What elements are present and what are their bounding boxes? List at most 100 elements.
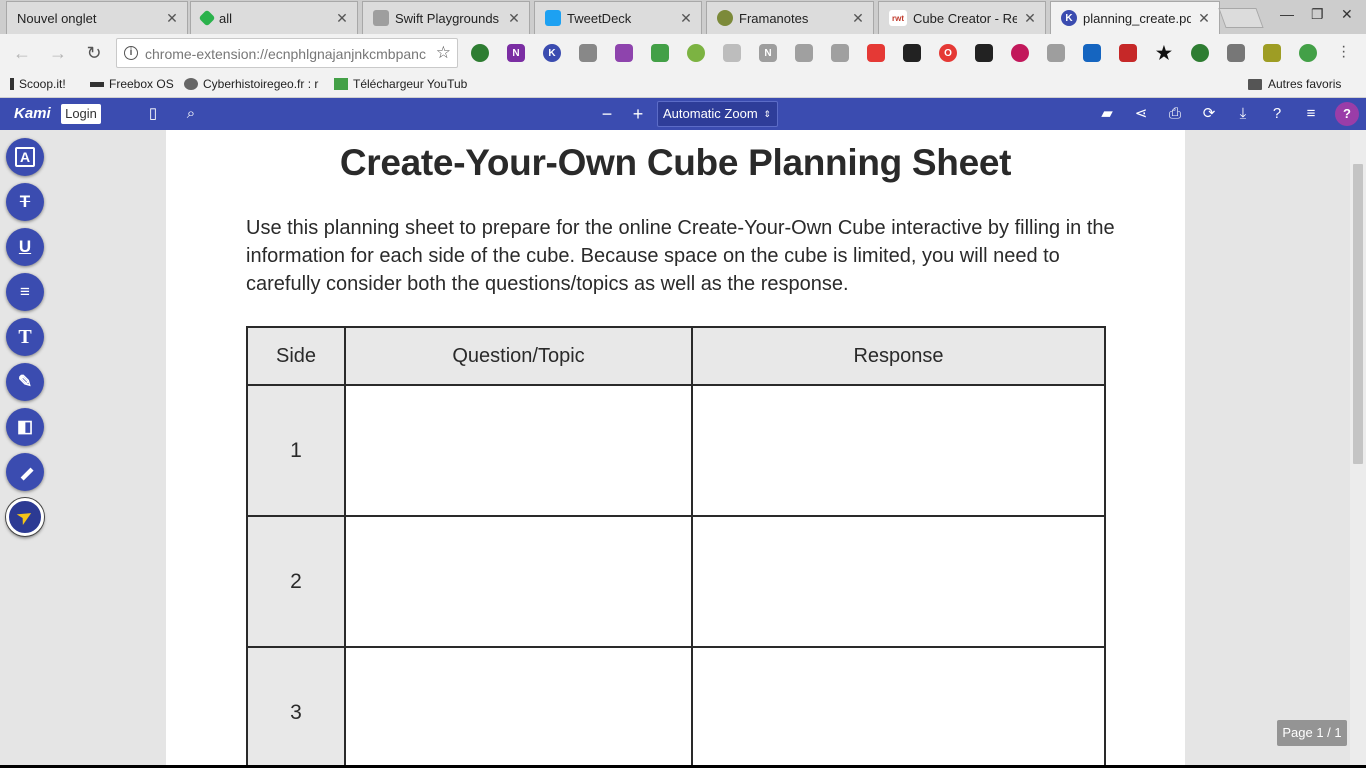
close-icon[interactable]: ✕	[851, 10, 865, 27]
window-close-icon[interactable]: ✕	[1341, 6, 1353, 23]
tab-cube-creator[interactable]: rwt Cube Creator - Read ✕	[878, 1, 1046, 34]
planning-table: Side Question/Topic Response 1 2 3	[246, 326, 1106, 765]
print-friendly-icon[interactable]	[651, 44, 669, 62]
camera-icon[interactable]	[579, 44, 597, 62]
green-dot-icon[interactable]	[687, 44, 705, 62]
zoom-out-button[interactable]: −	[597, 104, 617, 124]
hamburger-menu-icon[interactable]: ≡	[1301, 104, 1321, 124]
face-icon[interactable]	[1299, 44, 1317, 62]
bookmark-star-icon[interactable]: ☆	[436, 43, 451, 63]
ankh-icon[interactable]	[1047, 44, 1065, 62]
feather-icon[interactable]	[615, 44, 633, 62]
pdf-page: Create-Your-Own Cube Planning Sheet Use …	[166, 130, 1185, 765]
tab-title: planning_create.pdf	[1083, 10, 1191, 26]
select-tool[interactable]: ➤	[6, 498, 44, 536]
login-button[interactable]: Login	[61, 104, 101, 124]
url-text[interactable]: chrome-extension://ecnphlgnajanjnkcmbpan…	[145, 46, 430, 62]
bookmark-scoopit[interactable]: Scoop.it!	[10, 77, 66, 91]
close-icon[interactable]: ✕	[165, 10, 179, 27]
turtle-icon[interactable]	[1191, 44, 1209, 62]
close-icon[interactable]: ✕	[335, 10, 349, 27]
browser-toolbar: ← → ↻ i chrome-extension://ecnphlgnajanj…	[0, 34, 1366, 72]
response-cell[interactable]	[691, 515, 1106, 648]
address-bar[interactable]: i chrome-extension://ecnphlgnajanjnkcmbp…	[116, 38, 458, 68]
other-bookmarks[interactable]: Autres favoris	[1248, 77, 1341, 91]
opera-icon[interactable]: O	[939, 44, 957, 62]
new-tab-button[interactable]	[1218, 8, 1264, 28]
qr-code-icon[interactable]	[903, 44, 921, 62]
strikethrough-tool[interactable]: T	[6, 183, 44, 221]
comment-tool[interactable]: ≡	[6, 273, 44, 311]
close-icon[interactable]: ✕	[507, 10, 521, 27]
header-response: Response	[691, 326, 1106, 386]
minimize-icon[interactable]: —	[1280, 6, 1294, 22]
newsguard-icon[interactable]: N	[759, 44, 777, 62]
response-cell[interactable]	[691, 646, 1106, 765]
video-icon[interactable]	[1119, 44, 1137, 62]
header-side: Side	[246, 326, 346, 386]
shapes-tool[interactable]: ◧	[6, 408, 44, 446]
broadcast-icon[interactable]	[867, 44, 885, 62]
drawing-tool[interactable]: ✎	[6, 363, 44, 401]
eraser-tool[interactable]: ▬	[6, 453, 44, 491]
help-icon[interactable]: ?	[1267, 104, 1287, 124]
extension-icon[interactable]	[471, 44, 489, 62]
onenote-icon[interactable]: N	[507, 44, 525, 62]
text-select-tool[interactable]: A	[6, 138, 44, 176]
qr-code-2-icon[interactable]	[975, 44, 993, 62]
kami-extension-icon[interactable]: K	[543, 44, 561, 62]
tab-planning-create[interactable]: K planning_create.pdf ✕	[1050, 1, 1220, 34]
zoom-select[interactable]: Automatic Zoom ⇕	[657, 101, 778, 127]
info-icon[interactable]: i	[124, 46, 138, 60]
record-icon[interactable]	[1011, 44, 1029, 62]
bookmark-cyberhistoiregeo[interactable]: Cyberhistoiregeo.fr : r	[184, 77, 320, 91]
question-cell[interactable]	[344, 384, 693, 517]
gif-icon[interactable]	[723, 44, 741, 62]
tab-framanotes[interactable]: Framanotes ✕	[706, 1, 874, 34]
vertical-scrollbar[interactable]	[1350, 130, 1366, 765]
sync-icon[interactable]: ⟳	[1199, 104, 1219, 124]
rss-icon[interactable]	[831, 44, 849, 62]
framanotes-icon	[717, 10, 733, 26]
tab-nouvel-onglet[interactable]: Nouvel onglet ✕	[6, 1, 188, 34]
download-arrow-icon	[334, 78, 348, 90]
bookmark-label: Scoop.it!	[19, 77, 66, 91]
reader-icon[interactable]	[1083, 44, 1101, 62]
stack-icon[interactable]	[795, 44, 813, 62]
download-icon[interactable]: ⤓	[1233, 104, 1253, 124]
tab-tweetdeck[interactable]: TweetDeck ✕	[534, 1, 702, 34]
question-cell[interactable]	[344, 646, 693, 765]
chrome-menu-icon[interactable]: · · ·	[1341, 39, 1346, 65]
sidebar-toggle-icon[interactable]: ▯	[143, 104, 163, 124]
back-icon[interactable]: ←	[11, 42, 33, 64]
pdf-icon[interactable]	[1263, 44, 1281, 62]
strikethrough-icon: T	[19, 192, 31, 211]
response-cell[interactable]	[691, 384, 1106, 517]
forward-icon[interactable]: →	[47, 42, 69, 64]
account-help-button[interactable]: ?	[1335, 102, 1359, 126]
cast-icon[interactable]	[1227, 44, 1245, 62]
print-icon[interactable]: ⎙	[1165, 104, 1185, 124]
share-icon[interactable]: ⋖	[1131, 104, 1151, 124]
close-icon[interactable]: ✕	[1023, 10, 1037, 27]
close-icon[interactable]: ✕	[679, 10, 693, 27]
search-icon[interactable]: ⌕	[181, 104, 201, 124]
star-black-icon[interactable]: ★	[1155, 43, 1173, 63]
question-cell[interactable]	[344, 515, 693, 648]
underline-tool[interactable]: U	[6, 228, 44, 266]
close-icon[interactable]: ✕	[1197, 10, 1211, 27]
bookmark-freebox[interactable]: Freebox OS	[90, 77, 174, 91]
restore-icon[interactable]: ❐	[1311, 6, 1324, 23]
tab-swift-playgrounds[interactable]: Swift Playgrounds d ✕	[362, 1, 530, 34]
zoom-in-button[interactable]: +	[628, 104, 648, 124]
kami-logo: Kami	[14, 105, 51, 122]
table-header-row: Side Question/Topic Response	[246, 326, 1106, 386]
brush-icon: ✎	[17, 372, 33, 391]
open-folder-icon[interactable]: ▰	[1097, 104, 1117, 124]
select-arrows-icon: ⇕	[763, 109, 771, 119]
tab-all[interactable]: all ✕	[190, 1, 358, 34]
bookmark-youtube-downloader[interactable]: Téléchargeur YouTub	[334, 77, 470, 91]
reload-icon[interactable]: ↻	[83, 42, 105, 64]
text-box-tool[interactable]: T	[6, 318, 44, 356]
scrollbar-thumb[interactable]	[1353, 164, 1363, 464]
